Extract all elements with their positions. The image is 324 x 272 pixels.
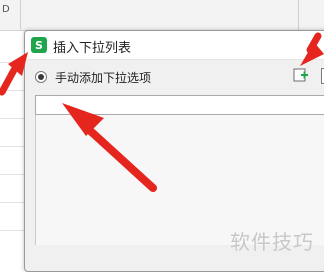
- red-arrow-annotation: [62, 103, 157, 192]
- arrow-annotations: [0, 32, 324, 192]
- red-arrow-annotation: [300, 32, 324, 66]
- watermark-text: 软件技巧: [230, 230, 314, 254]
- red-arrow-annotation: [0, 52, 28, 96]
